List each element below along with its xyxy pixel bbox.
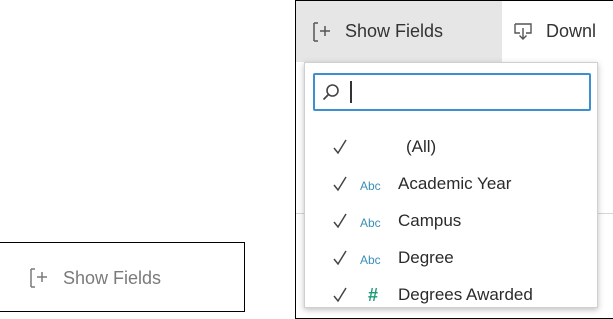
- field-search-input[interactable]: [313, 73, 591, 111]
- string-type-icon: Abc: [360, 216, 381, 230]
- text-cursor: [350, 81, 352, 103]
- toolbar-download-button[interactable]: Downl: [502, 1, 596, 62]
- checkmark-icon: [333, 249, 347, 266]
- field-list: (All) Abc Academic Year Abc Campus Abc D…: [305, 121, 597, 314]
- show-fields-label: Show Fields: [63, 267, 162, 288]
- number-type-icon: #: [368, 285, 379, 305]
- right-toolbar-crop: Show Fields Downl (All) Abc Academic Yea…: [295, 0, 613, 319]
- string-type-icon: Abc: [360, 179, 381, 193]
- show-fields-button[interactable]: Show Fields: [30, 264, 161, 292]
- field-label: Academic Year: [398, 174, 512, 193]
- field-row-academic-year[interactable]: Abc Academic Year: [305, 166, 597, 203]
- checkmark-icon: [333, 138, 347, 155]
- field-label: Campus: [398, 211, 462, 230]
- field-label: Degrees Awarded: [398, 285, 533, 304]
- checkmark-icon: [333, 286, 347, 303]
- field-label: (All): [406, 137, 437, 156]
- checkmark-icon: [333, 212, 347, 229]
- add-column-icon: [30, 268, 48, 288]
- stage: Show Fields Show Fields Downl (All) Abc …: [0, 0, 613, 319]
- toolbar-download-label: Downl: [546, 21, 597, 41]
- add-column-icon: [313, 21, 331, 42]
- toolbar-show-fields-button[interactable]: Show Fields: [296, 1, 502, 62]
- field-row-degree[interactable]: Abc Degree: [305, 240, 597, 277]
- checkmark-icon: [333, 175, 347, 192]
- toolbar-show-fields-label: Show Fields: [345, 21, 444, 41]
- string-type-icon: Abc: [360, 253, 381, 267]
- background-content: [296, 62, 304, 318]
- show-fields-dropdown: (All) Abc Academic Year Abc Campus Abc D…: [304, 62, 598, 308]
- field-row-degrees-awarded[interactable]: # Degrees Awarded: [305, 277, 597, 314]
- download-icon: [514, 22, 532, 41]
- left-toolbar-crop: Show Fields: [0, 242, 245, 312]
- search-icon: [322, 83, 340, 101]
- field-row-campus[interactable]: Abc Campus: [305, 203, 597, 240]
- toolbar: Show Fields Downl: [296, 1, 613, 62]
- field-label: Degree: [398, 248, 454, 267]
- field-row-all[interactable]: (All): [305, 129, 597, 166]
